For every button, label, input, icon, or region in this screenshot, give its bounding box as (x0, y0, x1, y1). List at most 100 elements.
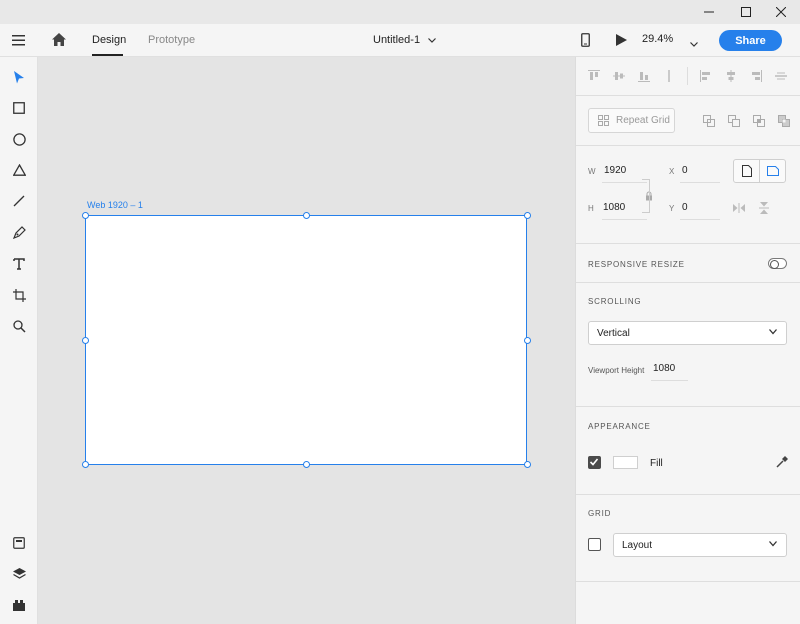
mobile-icon[interactable] (581, 33, 590, 50)
artboard-label[interactable]: Web 1920 – 1 (87, 200, 143, 210)
share-button[interactable]: Share (719, 30, 782, 51)
tab-prototype[interactable]: Prototype (148, 34, 195, 46)
grid-icon (598, 115, 609, 126)
eyedropper-icon[interactable] (775, 455, 789, 469)
portrait-toggle[interactable] (733, 159, 760, 183)
ellipse-icon[interactable] (9, 129, 29, 149)
repeat-grid-button[interactable]: Repeat Grid (588, 108, 675, 133)
align-left-icon[interactable] (698, 68, 714, 84)
viewport-height-field[interactable]: 1080 (653, 363, 675, 374)
artboard-icon[interactable] (9, 285, 29, 305)
close-icon[interactable] (762, 0, 800, 24)
height-field[interactable]: 1080 (603, 202, 625, 213)
width-label: W (588, 167, 596, 176)
resize-handle-left[interactable] (82, 337, 89, 344)
design-canvas[interactable]: Web 1920 – 1 (38, 57, 575, 624)
boolean-subtract-icon[interactable] (727, 114, 741, 128)
document-title-label: Untitled-1 (373, 34, 421, 46)
home-icon[interactable] (52, 33, 66, 49)
resize-handle-top-left[interactable] (82, 212, 89, 219)
flip-horizontal-icon[interactable] (732, 201, 746, 215)
zoom-chevron-down-icon[interactable] (690, 38, 698, 50)
page-portrait-icon (741, 165, 752, 177)
y-field[interactable]: 0 (682, 202, 688, 213)
checkmark-icon (589, 458, 599, 466)
lock-bracket (642, 179, 650, 213)
window-titlebar (0, 0, 800, 24)
scrolling-title: SCROLLING (588, 297, 642, 306)
align-right-icon[interactable] (748, 68, 764, 84)
minimize-icon[interactable] (690, 0, 728, 24)
triangle-icon[interactable] (9, 160, 29, 180)
resize-handle-top-right[interactable] (524, 212, 531, 219)
align-middle-icon[interactable] (611, 68, 627, 84)
divider (576, 581, 800, 582)
grid-type-value: Layout (622, 539, 653, 551)
y-label: Y (669, 204, 675, 213)
resize-handle-right[interactable] (524, 337, 531, 344)
distribute-horizontal-icon[interactable] (773, 68, 789, 84)
plugins-icon[interactable] (9, 595, 29, 615)
divider (576, 494, 800, 495)
artboard[interactable] (85, 215, 527, 465)
fill-color-swatch[interactable] (613, 456, 638, 469)
width-field[interactable]: 1920 (604, 165, 626, 176)
divider (576, 95, 800, 96)
landscape-toggle[interactable] (759, 159, 786, 183)
x-field[interactable]: 0 (682, 165, 688, 176)
chevron-down-icon (769, 541, 777, 547)
magnifier-icon[interactable] (9, 316, 29, 336)
resize-handle-top[interactable] (303, 212, 310, 219)
rectangle-icon[interactable] (9, 98, 29, 118)
x-label: X (669, 167, 675, 176)
distribute-vertical-icon[interactable] (661, 68, 677, 84)
tool-bar (0, 57, 38, 624)
arrow-icon[interactable] (9, 67, 29, 87)
boolean-exclude-icon[interactable] (777, 114, 791, 128)
document-title[interactable]: Untitled-1 (373, 34, 437, 46)
boolean-intersect-icon[interactable] (752, 114, 766, 128)
scrolling-select[interactable]: Vertical (588, 321, 787, 345)
boolean-add-icon[interactable] (702, 114, 716, 128)
pen-icon[interactable] (9, 222, 29, 242)
grid-type-select[interactable]: Layout (613, 533, 787, 557)
hamburger-icon[interactable] (12, 34, 25, 49)
responsive-resize-toggle[interactable] (768, 258, 787, 269)
fill-checkbox[interactable] (588, 456, 601, 469)
line-icon[interactable] (9, 191, 29, 211)
assets-icon[interactable] (9, 533, 29, 553)
scrolling-select-value: Vertical (597, 327, 630, 339)
x-field-underline (680, 182, 720, 183)
page-landscape-icon (766, 166, 779, 176)
height-label: H (588, 204, 594, 213)
chevron-down-icon (428, 37, 437, 43)
repeat-grid-label: Repeat Grid (616, 115, 670, 126)
responsive-resize-title: RESPONSIVE RESIZE (588, 260, 685, 269)
flip-vertical-icon[interactable] (757, 201, 771, 215)
resize-handle-bottom[interactable] (303, 461, 310, 468)
active-tab-indicator (92, 54, 123, 56)
layers-icon[interactable] (9, 564, 29, 584)
grid-title: GRID (588, 509, 612, 518)
grid-checkbox[interactable] (588, 538, 601, 551)
zoom-level[interactable]: 29.4% (642, 33, 673, 45)
resize-handle-bottom-right[interactable] (524, 461, 531, 468)
align-top-icon[interactable] (586, 68, 602, 84)
align-bottom-icon[interactable] (636, 68, 652, 84)
y-field-underline (680, 219, 720, 220)
divider (576, 406, 800, 407)
maximize-icon[interactable] (727, 0, 765, 24)
align-divider (687, 67, 688, 85)
align-center-icon[interactable] (723, 68, 739, 84)
viewport-height-underline (651, 380, 688, 381)
text-icon[interactable] (9, 254, 29, 274)
height-field-underline (602, 219, 647, 220)
fill-label: Fill (650, 458, 663, 469)
property-inspector: Repeat Grid W 1920 X 0 H 1080 Y 0 RESPON… (575, 57, 800, 624)
width-field-underline (602, 182, 647, 183)
divider (576, 243, 800, 244)
chevron-down-icon (769, 329, 777, 335)
tab-design[interactable]: Design (92, 34, 126, 46)
play-icon[interactable] (616, 34, 627, 49)
resize-handle-bottom-left[interactable] (82, 461, 89, 468)
